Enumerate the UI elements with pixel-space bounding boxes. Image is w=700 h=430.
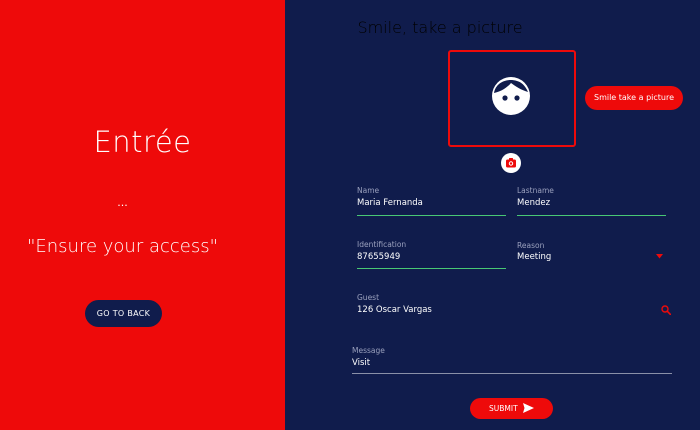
search-icon[interactable] — [661, 305, 671, 315]
identification-value: 87655949 — [357, 252, 401, 262]
name-underline — [357, 215, 506, 216]
tagline: "Ensure your access" — [27, 236, 218, 257]
lastname-value: Mendez — [517, 198, 551, 208]
name-field[interactable]: Name Maria Fernanda — [357, 186, 506, 218]
submit-button[interactable]: SUBMIT — [470, 398, 553, 419]
dropdown-caret-icon — [656, 254, 663, 259]
send-icon — [523, 403, 534, 413]
message-underline — [352, 373, 672, 374]
face-icon — [491, 76, 531, 116]
left-panel: Entrée ... "Ensure your access" GO TO BA… — [0, 0, 285, 430]
camera-icon — [506, 158, 516, 168]
name-value: Maria Fernanda — [357, 198, 423, 208]
guest-value: 126 Oscar Vargas — [357, 305, 432, 315]
identification-underline — [357, 268, 506, 269]
lastname-underline — [517, 215, 666, 216]
identification-field[interactable]: Identification 87655949 — [357, 240, 506, 272]
reason-value: Meeting — [517, 252, 552, 262]
message-value: Visit — [352, 358, 371, 368]
name-label: Name — [357, 186, 380, 195]
message-field[interactable]: Message Visit — [352, 346, 672, 376]
identification-label: Identification — [357, 240, 407, 249]
go-to-back-button[interactable]: GO TO BACK — [85, 300, 162, 327]
submit-label: SUBMIT — [489, 404, 518, 413]
lastname-field[interactable]: Lastname Mendez — [517, 186, 666, 218]
guest-label: Guest — [357, 293, 380, 302]
page-title: Smile, take a picture — [357, 18, 523, 37]
camera-button[interactable] — [501, 153, 521, 173]
ellipsis-text: ... — [117, 196, 128, 209]
entree-title: Entrée — [93, 125, 192, 159]
guest-field[interactable]: Guest 126 Oscar Vargas — [357, 293, 672, 319]
reason-label: Reason — [517, 241, 545, 250]
message-label: Message — [352, 346, 385, 355]
lastname-label: Lastname — [517, 186, 554, 195]
reason-select[interactable]: Reason Meeting — [517, 241, 666, 273]
smile-take-picture-button[interactable]: Smile take a picture — [585, 86, 683, 110]
